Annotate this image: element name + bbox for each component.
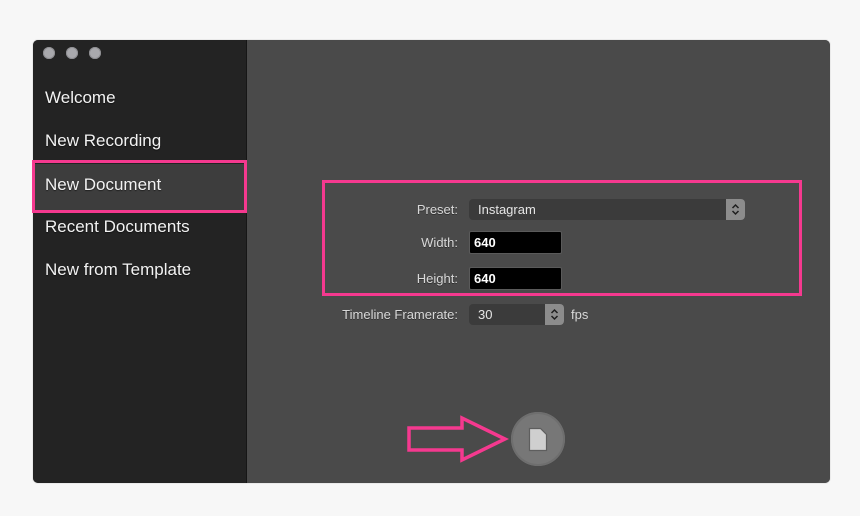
height-input[interactable]	[469, 267, 562, 290]
sidebar-item-label: New Document	[45, 175, 162, 194]
preset-label: Preset:	[416, 202, 458, 217]
fps-unit: fps	[571, 307, 589, 322]
framerate-label: Timeline Framerate:	[342, 307, 458, 322]
document-icon	[528, 427, 548, 451]
width-input[interactable]	[469, 231, 562, 254]
sidebar: Welcome New Recording New Document Recen…	[33, 40, 247, 483]
chevron-up-down-icon	[550, 308, 559, 321]
sidebar-item-label: New Recording	[45, 131, 162, 150]
width-label: Width:	[421, 235, 458, 250]
preset-select[interactable]: Instagram	[469, 199, 745, 220]
framerate-stepper[interactable]	[545, 304, 564, 325]
sidebar-item-welcome[interactable]: Welcome	[33, 78, 246, 118]
framerate-select[interactable]: 30	[469, 304, 564, 325]
sidebar-item-label: New from Template	[45, 260, 192, 279]
sidebar-item-new-document[interactable]: New Document	[33, 164, 246, 210]
sidebar-item-recent-documents[interactable]: Recent Documents	[33, 207, 246, 247]
create-document-button[interactable]	[511, 412, 565, 466]
main-panel: Preset: Instagram Width: Height: Timelin…	[247, 40, 830, 483]
height-label: Height:	[416, 271, 458, 286]
preset-stepper[interactable]	[726, 199, 745, 220]
minimize-button[interactable]	[66, 47, 78, 59]
preset-value: Instagram	[478, 202, 536, 217]
zoom-button[interactable]	[89, 47, 101, 59]
sidebar-item-new-recording[interactable]: New Recording	[33, 121, 246, 161]
close-button[interactable]	[43, 47, 55, 59]
sidebar-item-label: Welcome	[45, 88, 116, 107]
sidebar-item-label: Recent Documents	[45, 217, 190, 236]
framerate-value: 30	[478, 307, 493, 322]
chevron-up-down-icon	[731, 203, 740, 216]
app-window: Welcome New Recording New Document Recen…	[33, 40, 830, 483]
sidebar-item-new-from-template[interactable]: New from Template	[33, 250, 246, 290]
